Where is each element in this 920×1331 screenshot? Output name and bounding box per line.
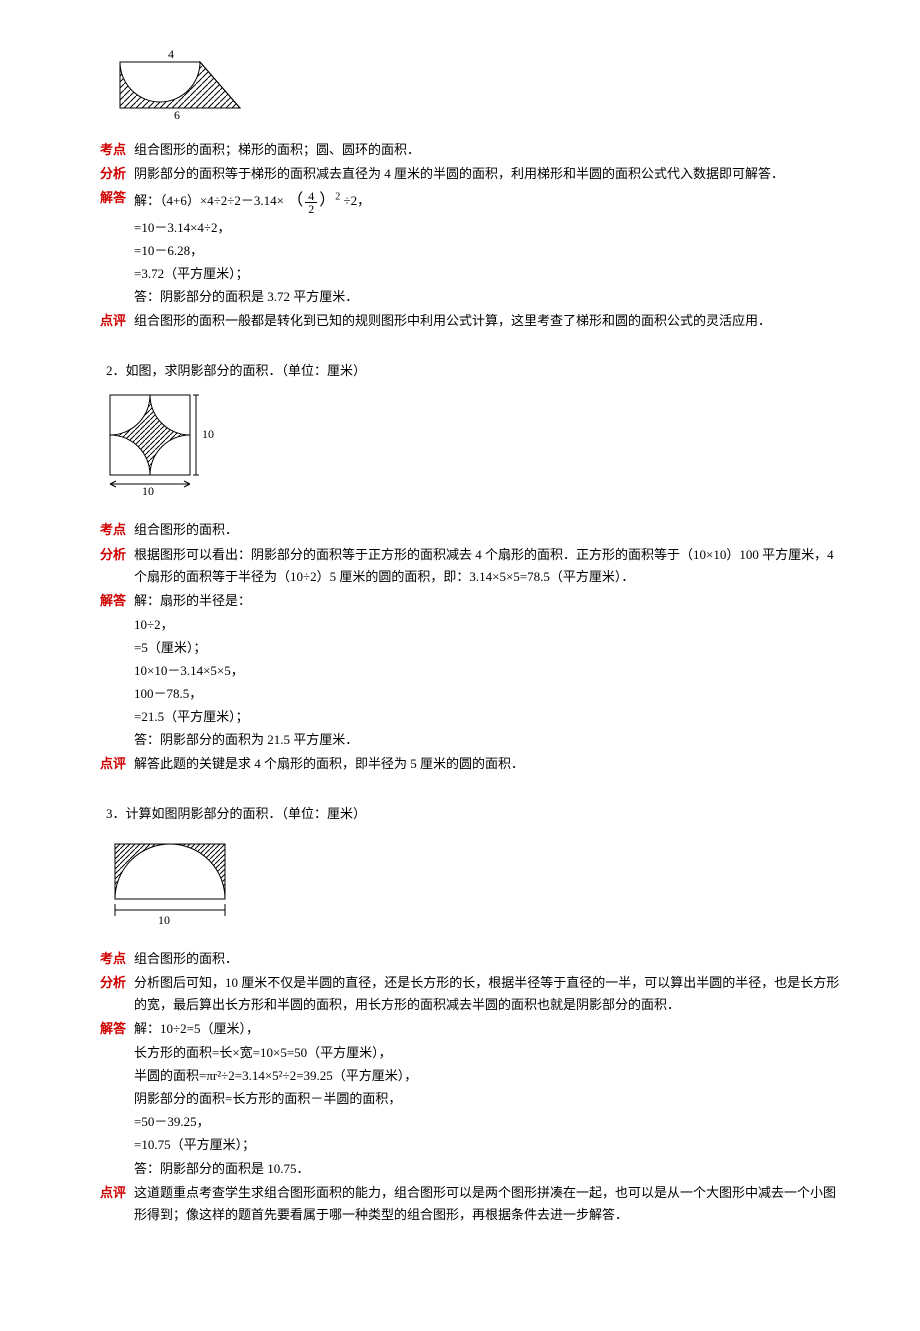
p1-jieda-lines: =10－3.14×4÷2， =10－6.28， =3.72（平方厘米）； 答：阴… xyxy=(134,217,840,308)
dianping-label: 点评 xyxy=(100,310,134,332)
fig2-right-label: 10 xyxy=(202,427,214,441)
fenxi-label: 分析 xyxy=(100,544,134,566)
p3-dianping-text: 这道题重点考查学生求组合图形面积的能力，组合图形可以是两个图形拼凑在一起，也可以… xyxy=(134,1182,840,1226)
p2-jieda-line: 答：阴影部分的面积为 21.5 平方厘米． xyxy=(134,729,840,751)
kaodian-label: 考点 xyxy=(100,948,134,970)
jieda-label: 解答 xyxy=(100,187,134,209)
p3-kaodian-text: 组合图形的面积． xyxy=(134,948,840,970)
p2-jieda-line: 10×10－3.14×5×5， xyxy=(134,660,840,682)
p3-fenxi-text: 分析图后可知，10 厘米不仅是半圆的直径，还是长方形的长，根据半径等于直径的一半… xyxy=(134,972,840,1016)
fraction-4-over-2: 4 2 xyxy=(305,190,317,215)
p2-dianping-text: 解答此题的关键是求 4 个扇形的面积，即半径为 5 厘米的圆的面积． xyxy=(134,753,840,775)
kaodian-label: 考点 xyxy=(100,139,134,161)
p1-jieda-line: =10－6.28， xyxy=(134,240,840,262)
p3-jieda-line: =50－39.25， xyxy=(134,1111,840,1133)
p2-kaodian-text: 组合图形的面积． xyxy=(134,519,840,541)
fig1-bottom-label: 6 xyxy=(174,108,180,120)
p3-kaodian-row: 考点 组合图形的面积． xyxy=(100,948,840,970)
p2-jieda-first: 解：扇形的半径是： xyxy=(134,590,840,612)
p1-kaodian-row: 考点 组合图形的面积；梯形的面积；圆、圆环的面积． xyxy=(100,139,840,161)
p1-jieda-line: =3.72（平方厘米）； xyxy=(134,263,840,285)
p2-fenxi-text: 根据图形可以看出：阴影部分的面积等于正方形的面积减去 4 个扇形的面积．正方形的… xyxy=(134,544,840,588)
fig2-bottom-label: 10 xyxy=(142,484,154,498)
figure-3: 10 xyxy=(100,834,840,936)
problem-2: 2．如图，求阴影部分的面积．（单位：厘米） 10 10 考点 组 xyxy=(100,360,840,775)
p1-jieda-pre: 解：（4+6）×4÷2÷2－3.14× xyxy=(134,193,284,208)
p1-dianping-row: 点评 组合图形的面积一般都是转化到已知的规则图形中利用公式计算，这里考查了梯形和… xyxy=(100,310,840,332)
figure-2: 10 10 xyxy=(100,390,840,507)
p3-fenxi-row: 分析 分析图后可知，10 厘米不仅是半圆的直径，还是长方形的长，根据半径等于直径… xyxy=(100,972,840,1016)
p1-jieda-line: 答：阴影部分的面积是 3.72 平方厘米． xyxy=(134,286,840,308)
p3-title: 3．计算如图阴影部分的面积．（单位：厘米） xyxy=(106,803,840,825)
p3-jieda-line: 阴影部分的面积=长方形的面积－半圆的面积， xyxy=(134,1088,840,1110)
fig3-bottom-label: 10 xyxy=(158,913,170,927)
p3-dianping-row: 点评 这道题重点考查学生求组合图形面积的能力，组合图形可以是两个图形拼凑在一起，… xyxy=(100,1182,840,1226)
p2-title: 2．如图，求阴影部分的面积．（单位：厘米） xyxy=(106,360,840,382)
p3-jieda-line: 答：阴影部分的面积是 10.75． xyxy=(134,1158,840,1180)
p1-jieda-post: ÷2， xyxy=(344,193,371,208)
jieda-label: 解答 xyxy=(100,1018,134,1040)
p3-jieda-line: =10.75（平方厘米）； xyxy=(134,1134,840,1156)
dianping-label: 点评 xyxy=(100,753,134,775)
jieda-label: 解答 xyxy=(100,590,134,612)
figure-1: 4 6 xyxy=(100,48,840,127)
p1-jieda-first: 解：（4+6）×4÷2÷2－3.14× （ 4 2 ）2 ÷2， xyxy=(134,187,840,215)
dianping-label: 点评 xyxy=(100,1182,134,1204)
p3-jieda-first: 解：10÷2=5（厘米）， xyxy=(134,1018,840,1040)
p2-jieda-line: 10÷2， xyxy=(134,614,840,636)
problem-3: 3．计算如图阴影部分的面积．（单位：厘米） 10 考点 组合图形的面积． 分析 … xyxy=(100,803,840,1225)
p2-jieda-lines: 10÷2， =5（厘米）； 10×10－3.14×5×5， 100－78.5， … xyxy=(134,614,840,752)
p3-jieda-lines: 长方形的面积=长×宽=10×5=50（平方厘米）， 半圆的面积=πr²÷2=3.… xyxy=(134,1042,840,1180)
p2-jieda-row: 解答 解：扇形的半径是： xyxy=(100,590,840,612)
p1-jieda-row: 解答 解：（4+6）×4÷2÷2－3.14× （ 4 2 ）2 ÷2， xyxy=(100,187,840,215)
p1-fenxi-text: 阴影部分的面积等于梯形的面积减去直径为 4 厘米的半圆的面积，利用梯形和半圆的面… xyxy=(134,163,840,185)
p1-jieda-line: =10－3.14×4÷2， xyxy=(134,217,840,239)
fenxi-label: 分析 xyxy=(100,163,134,185)
p2-jieda-line: =5（厘米）； xyxy=(134,637,840,659)
p2-kaodian-row: 考点 组合图形的面积． xyxy=(100,519,840,541)
p2-jieda-line: 100－78.5， xyxy=(134,683,840,705)
problem-1: 4 6 考点 组合图形的面积；梯形的面积；圆、圆环的面积． 分析 阴影部分的面积… xyxy=(100,48,840,332)
p3-jieda-line: 半圆的面积=πr²÷2=3.14×5²÷2=39.25（平方厘米）， xyxy=(134,1065,840,1087)
p2-dianping-row: 点评 解答此题的关键是求 4 个扇形的面积，即半径为 5 厘米的圆的面积． xyxy=(100,753,840,775)
p1-fenxi-row: 分析 阴影部分的面积等于梯形的面积减去直径为 4 厘米的半圆的面积，利用梯形和半… xyxy=(100,163,840,185)
kaodian-label: 考点 xyxy=(100,519,134,541)
fig1-top-label: 4 xyxy=(168,48,174,61)
fenxi-label: 分析 xyxy=(100,972,134,994)
p3-jieda-line: 长方形的面积=长×宽=10×5=50（平方厘米）， xyxy=(134,1042,840,1064)
p3-jieda-row: 解答 解：10÷2=5（厘米）， xyxy=(100,1018,840,1040)
p1-kaodian-text: 组合图形的面积；梯形的面积；圆、圆环的面积． xyxy=(134,139,840,161)
p2-fenxi-row: 分析 根据图形可以看出：阴影部分的面积等于正方形的面积减去 4 个扇形的面积．正… xyxy=(100,544,840,588)
p2-jieda-line: =21.5（平方厘米）； xyxy=(134,706,840,728)
p1-dianping-text: 组合图形的面积一般都是转化到已知的规则图形中利用公式计算，这里考查了梯形和圆的面… xyxy=(134,310,840,332)
